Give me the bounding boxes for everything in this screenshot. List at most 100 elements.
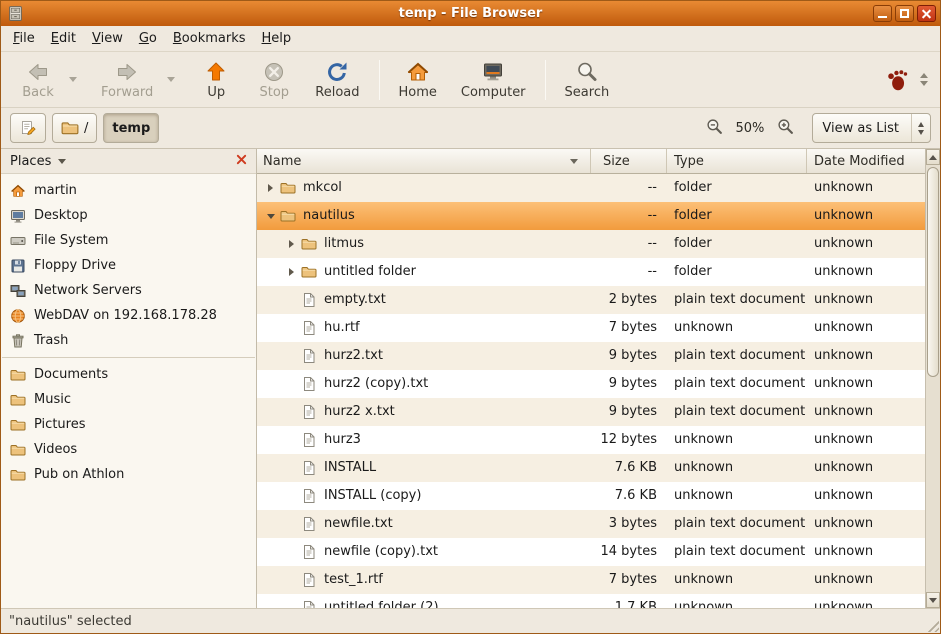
home-icon [10,183,26,199]
file-name: litmus [324,230,364,258]
file-name: INSTALL (copy) [324,482,421,510]
file-row-hurz3[interactable]: hurz312 bytesunknownunknown [257,426,925,454]
menu-view[interactable]: View [84,27,131,50]
text-file-icon [301,404,318,420]
scrollbar-trough[interactable] [926,165,940,592]
place-item-floppy-drive[interactable]: Floppy Drive [1,253,256,278]
sidebar-close-button[interactable] [232,152,250,170]
place-item-martin[interactable]: martin [1,178,256,203]
file-row-install-copy[interactable]: INSTALL (copy)7.6 KBunknownunknown [257,482,925,510]
path-root-button[interactable]: / [52,113,97,143]
place-label: WebDAV on 192.168.178.28 [34,308,217,323]
place-item-pub-on-athlon[interactable]: Pub on Athlon [1,462,256,487]
maximize-button[interactable] [895,5,914,22]
place-item-documents[interactable]: Documents [1,362,256,387]
places-sidebar: Places martin Desktop File System Floppy Dr… [1,149,257,608]
minimize-button[interactable] [873,5,892,22]
file-date: unknown [807,202,925,230]
menu-help[interactable]: Help [254,27,300,50]
column-label: Name [263,154,301,169]
reload-icon [325,60,349,84]
toolbar-overflow-button[interactable] [920,73,928,86]
file-type: plain text document [667,398,807,426]
place-item-trash[interactable]: Trash [1,328,256,353]
file-size: -- [591,258,667,286]
place-label: File System [34,233,108,248]
home-button[interactable]: Home [390,57,446,103]
file-type: unknown [667,482,807,510]
file-date: unknown [807,594,925,608]
network-icon [10,283,26,299]
file-date: unknown [807,258,925,286]
menu-bookmarks[interactable]: Bookmarks [165,27,254,50]
file-row-test-1-rtf[interactable]: test_1.rtf7 bytesunknownunknown [257,566,925,594]
file-name: newfile.txt [324,510,393,538]
column-header-size[interactable]: Size [591,149,667,173]
text-file-icon [301,516,318,532]
file-row-mkcol[interactable]: mkcol--folderunknown [257,174,925,202]
place-item-pictures[interactable]: Pictures [1,412,256,437]
file-row-nautilus[interactable]: nautilus--folderunknown [257,202,925,230]
folder-icon [61,119,79,137]
place-item-network-servers[interactable]: Network Servers [1,278,256,303]
file-type: unknown [667,566,807,594]
column-header-name[interactable]: Name [257,149,591,173]
place-item-music[interactable]: Music [1,387,256,412]
file-row-hurz2-copy-txt[interactable]: hurz2 (copy).txt9 bytesplain text docume… [257,370,925,398]
dropdown-arrows-icon [911,114,930,142]
zoom-out-button[interactable] [704,116,726,140]
path-current-label: temp [112,121,150,136]
vertical-scrollbar[interactable] [925,149,940,608]
menu-edit[interactable]: Edit [43,27,84,50]
file-row-install[interactable]: INSTALL7.6 KBunknownunknown [257,454,925,482]
scrollbar-thumb[interactable] [927,167,939,377]
file-date: unknown [807,398,925,426]
file-row-hurz2-x-txt[interactable]: hurz2 x.txt9 bytesplain text documentunk… [257,398,925,426]
expander-collapsed-icon[interactable] [284,268,299,276]
column-header-type[interactable]: Type [667,149,807,173]
place-item-file-system[interactable]: File System [1,228,256,253]
reload-button[interactable]: Reload [306,57,368,103]
up-button[interactable]: Up [190,57,242,103]
file-row-empty-txt[interactable]: empty.txt2 bytesplain text documentunkno… [257,286,925,314]
expander-collapsed-icon[interactable] [263,184,278,192]
toolbar-label: Search [565,85,610,100]
text-file-icon [301,348,318,364]
edit-location-button[interactable] [10,113,46,143]
file-row-untitled-folder-2[interactable]: untitled folder (2)1.7 KBunknownunknown [257,594,925,608]
file-date: unknown [807,454,925,482]
file-row-newfile-txt[interactable]: newfile.txt3 bytesplain text documentunk… [257,510,925,538]
menu-go[interactable]: Go [131,27,165,50]
file-row-newfile-copy-txt[interactable]: newfile (copy).txt14 bytesplain text doc… [257,538,925,566]
view-mode-dropdown[interactable]: View as List [812,113,931,143]
place-item-webdav-on-192-168-178-28[interactable]: WebDAV on 192.168.178.28 [1,303,256,328]
place-item-desktop[interactable]: Desktop [1,203,256,228]
file-size: 7.6 KB [591,454,667,482]
place-item-videos[interactable]: Videos [1,437,256,462]
resize-grip[interactable] [925,618,939,632]
toolbar-label: Computer [461,85,526,100]
file-row-hu-rtf[interactable]: hu.rtf7 bytesunknownunknown [257,314,925,342]
place-label: martin [34,183,77,198]
file-row-untitled-folder[interactable]: untitled folder--folderunknown [257,258,925,286]
column-header-date-modified[interactable]: Date Modified [807,149,925,173]
file-row-hurz2-txt[interactable]: hurz2.txt9 bytesplain text documentunkno… [257,342,925,370]
file-name: hurz3 [324,426,361,454]
computer-button[interactable]: Computer [452,57,535,103]
place-label: Pub on Athlon [34,467,124,482]
file-type: folder [667,174,807,202]
file-row-litmus[interactable]: litmus--folderunknown [257,230,925,258]
folder-icon [301,236,318,252]
expander-expanded-icon[interactable] [263,214,278,219]
menu-file[interactable]: File [5,27,43,50]
search-button[interactable]: Search [556,57,619,103]
expander-collapsed-icon[interactable] [284,240,299,248]
path-current-button[interactable]: temp [103,113,159,143]
zoom-in-button[interactable] [774,116,796,140]
scroll-up-button[interactable] [926,149,940,165]
file-name: newfile (copy).txt [324,538,438,566]
close-button[interactable] [917,5,936,22]
places-header[interactable]: Places [1,149,256,174]
scroll-down-button[interactable] [926,592,940,608]
toolbar: BackForwardUpStopReloadHomeComputerSearc… [1,52,940,108]
